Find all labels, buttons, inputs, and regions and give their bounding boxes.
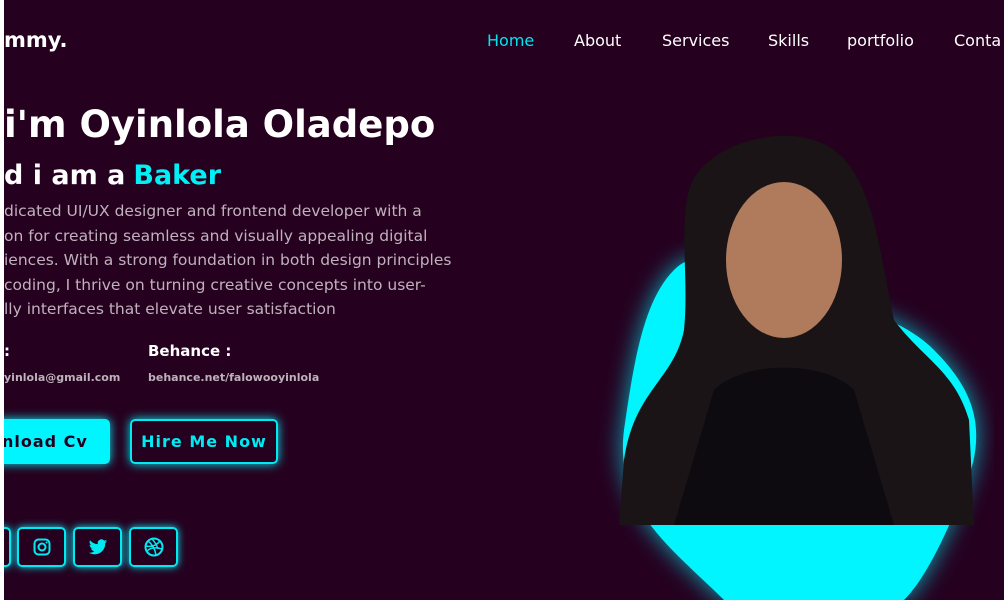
profile-photo <box>619 135 977 600</box>
desc-line: iences. With a strong foundation in both… <box>4 251 452 270</box>
behance-label: Behance : <box>148 342 232 360</box>
download-cv-button[interactable]: wnload Cv <box>4 419 110 464</box>
nav-home[interactable]: Home <box>487 31 534 50</box>
twitter-button[interactable] <box>73 527 122 567</box>
email-label: : <box>4 342 10 360</box>
hero-heading: i'm Oyinlola Oladepo <box>4 103 436 146</box>
role-text: Baker <box>133 160 222 191</box>
desc-line: on for creating seamless and visually ap… <box>4 226 428 245</box>
nav-contact[interactable]: Conta <box>954 31 1001 50</box>
subheading-prefix: d i am a <box>4 160 126 191</box>
email-value[interactable]: yinlola@gmail.com <box>4 371 120 384</box>
hero-subheading: d i am a Baker <box>4 160 221 191</box>
hire-me-button[interactable]: Hire Me Now <box>130 419 278 464</box>
desc-line: dicated UI/UX designer and frontend deve… <box>4 202 422 220</box>
behance-value[interactable]: behance.net/falowooyinlola <box>148 371 319 384</box>
portfolio-page: mmy. Home About Services Skills portfoli… <box>4 0 1004 600</box>
hero-description: dicated UI/UX designer and frontend deve… <box>4 199 451 322</box>
desc-line: coding, I thrive on turning creative con… <box>4 275 426 294</box>
instagram-button[interactable] <box>17 527 66 567</box>
nav-portfolio[interactable]: portfolio <box>847 31 914 50</box>
desc-line: lly interfaces that elevate user satisfa… <box>4 300 336 319</box>
twitter-icon <box>88 538 107 554</box>
instagram-icon <box>33 538 50 556</box>
nav-skills[interactable]: Skills <box>768 31 809 50</box>
nav-about[interactable]: About <box>574 31 621 50</box>
logo[interactable]: mmy. <box>4 28 68 52</box>
nav-services[interactable]: Services <box>662 31 729 50</box>
dribbble-icon <box>144 537 163 557</box>
dribbble-button[interactable] <box>129 527 178 567</box>
linkedin-button[interactable] <box>4 527 11 567</box>
